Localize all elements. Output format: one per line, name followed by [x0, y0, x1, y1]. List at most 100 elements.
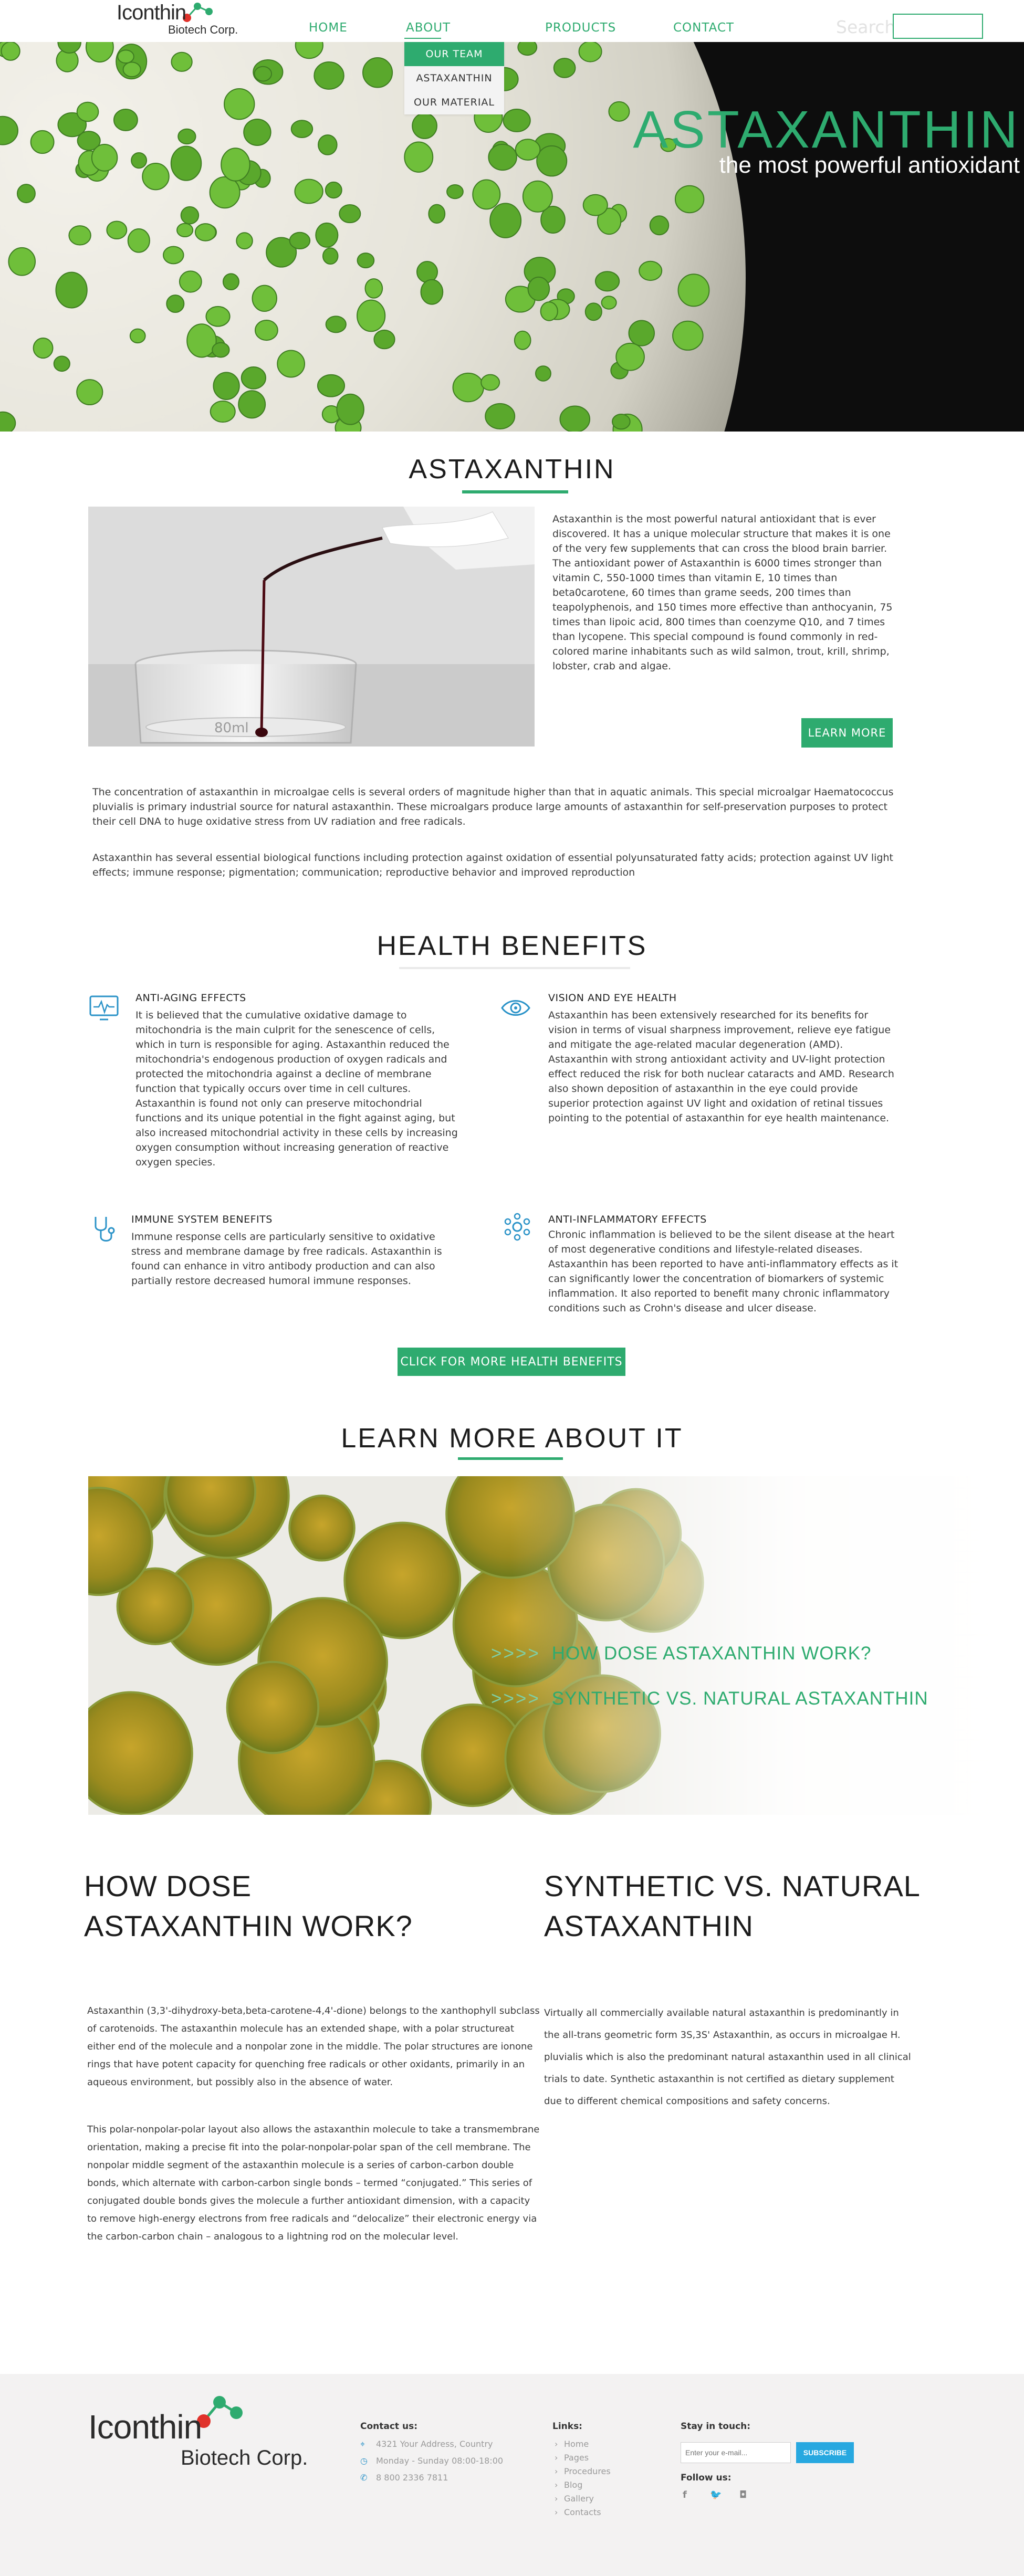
footer-link-home[interactable]: Home [564, 2439, 589, 2449]
logo-molecule-icon [197, 2396, 243, 2428]
newsletter-email-input[interactable] [681, 2442, 791, 2463]
algae-cell [485, 403, 516, 429]
algae-cell [113, 109, 138, 131]
instagram-icon[interactable]: ◘ [739, 2489, 747, 2500]
algae-cell [517, 42, 538, 56]
nav-about-underline [404, 38, 441, 39]
algae-cell [522, 180, 553, 213]
algae-cell [362, 57, 393, 88]
algae-cell [608, 101, 630, 122]
how-paragraph-1: Astaxanthin (3,3'-dihydroxy-beta,beta-ca… [87, 2005, 540, 2088]
facebook-icon[interactable]: f [683, 2489, 687, 2500]
link-arrows-icon: >>>> [491, 1688, 540, 1709]
footer-logo[interactable]: Iconthin Biotech Corp. [88, 2392, 319, 2470]
synthetic-paragraph: Virtually all commercially available nat… [544, 2007, 911, 2107]
footer-link-contacts[interactable]: Contacts [564, 2507, 601, 2517]
benefit-heading-anti-inflammatory: ANTI-INFLAMMATORY EFFECTS [548, 1214, 707, 1225]
algae-cell [209, 176, 241, 209]
footer-logo-subtitle: Biotech Corp. [181, 2446, 308, 2469]
algae-cell [480, 374, 500, 391]
link-synthetic-vs-natural[interactable]: >>>> SYNTHETIC VS. NATURAL ASTAXANTHIN [491, 1688, 928, 1709]
link-how-astaxanthin-works[interactable]: >>>> HOW DOSE ASTAXANTHIN WORK? [491, 1643, 872, 1664]
algae-cell [176, 223, 194, 238]
synthetic-vs-natural-title: SYNTHETIC VS. NATURAL ASTAXANTHIN [544, 1866, 921, 1946]
algae-cell [674, 185, 705, 214]
chevron-right-icon: › [555, 2480, 558, 2490]
algae-cell [205, 306, 231, 327]
subscribe-button[interactable]: SUBSCRIBE [796, 2442, 854, 2463]
nav-about[interactable]: ABOUT [406, 21, 451, 35]
algae-cell [162, 246, 184, 265]
algae-cell [30, 130, 55, 154]
clock-icon: ◷ [360, 2456, 368, 2466]
nav-contact[interactable]: CONTACT [673, 21, 734, 35]
algae-cell [33, 338, 54, 359]
algae-cell [514, 330, 531, 350]
algae-cell [677, 274, 710, 307]
hero-subtitle: the most powerful antioxidant [719, 152, 1020, 178]
algae-cell [1, 42, 20, 61]
algae-cell [420, 279, 444, 305]
algae-cell [127, 228, 150, 253]
footer-link-procedures[interactable]: Procedures [564, 2466, 611, 2476]
algae-cell [186, 323, 217, 358]
algae-cell [241, 366, 266, 390]
footer-link-gallery[interactable]: Gallery [564, 2494, 594, 2504]
algae-cell [535, 365, 551, 382]
header-logo[interactable]: Iconthin Biotech Corp. [117, 0, 243, 42]
footer-link-blog[interactable]: Blog [564, 2480, 582, 2490]
benefit-text-anti-inflammatory: Chronic inflammation is believed to be t… [548, 1229, 898, 1314]
algae-cell [252, 285, 277, 312]
title-line: ASTAXANTHIN WORK? [84, 1909, 413, 1942]
algae-cell [76, 101, 99, 122]
footer-stay-heading: Stay in touch: [681, 2421, 751, 2432]
learn-more-button[interactable]: LEARN MORE [801, 718, 893, 748]
algae-cell [615, 342, 645, 371]
algae-cell [0, 115, 18, 145]
algae-cell [295, 42, 323, 59]
algae-cell [559, 405, 591, 432]
algae-cell [317, 374, 346, 397]
algae-cell [488, 143, 517, 171]
algae-cell [601, 296, 617, 310]
algae-cell [404, 141, 434, 173]
algae-cell [106, 220, 128, 240]
section-title-astaxanthin: ASTAXANTHIN [409, 454, 615, 485]
algae-cell [315, 222, 339, 248]
astaxanthin-intro-text: Astaxanthin is the most powerful natural… [552, 513, 893, 672]
algae-cell [236, 232, 253, 250]
algae-cell [243, 118, 271, 146]
algae-cell [254, 320, 278, 341]
algae-cell [0, 411, 16, 432]
title-line: HOW DOSE [84, 1869, 252, 1902]
nav-home[interactable]: HOME [309, 21, 348, 35]
algae-cell [428, 204, 446, 224]
algae-cell [639, 260, 663, 281]
about-dropdown: OUR TEAM ASTAXANTHIN OUR MATERIAL [404, 42, 504, 114]
more-health-benefits-button[interactable]: CLICK FOR MORE HEALTH BENEFITS [398, 1348, 625, 1376]
virus-icon [504, 1213, 530, 1241]
footer-link-pages[interactable]: Pages [564, 2453, 589, 2463]
search-input[interactable] [893, 14, 983, 39]
twitter-icon[interactable]: 🐦 [710, 2489, 722, 2500]
algae-cell [222, 273, 239, 291]
logo-subtitle: Biotech Corp. [168, 23, 238, 36]
algae-cell [166, 295, 185, 313]
algae-cell [223, 88, 255, 120]
algae-cell [325, 316, 347, 333]
algae-cell [357, 253, 375, 269]
astaxanthin-paragraph-1: The concentration of astaxanthin in micr… [92, 786, 894, 827]
dropdown-item-our-material[interactable]: OUR MATERIAL [404, 90, 504, 114]
dropdown-item-astaxanthin[interactable]: ASTAXANTHIN [404, 66, 504, 90]
hero-title: ASTAXANTHIN [633, 100, 1020, 159]
title-line: ASTAXANTHIN [544, 1909, 754, 1942]
algae-cell [584, 302, 602, 321]
footer-links-heading: Links: [552, 2421, 582, 2432]
dropdown-item-our-team[interactable]: OUR TEAM [404, 42, 504, 66]
algae-cell [177, 128, 196, 145]
nav-products[interactable]: PRODUCTS [545, 21, 616, 35]
chevron-right-icon: › [555, 2439, 558, 2449]
chevron-right-icon: › [555, 2494, 558, 2504]
footer-logo-wordmark: Iconthin [88, 2408, 202, 2446]
search-label: Search [836, 17, 896, 37]
